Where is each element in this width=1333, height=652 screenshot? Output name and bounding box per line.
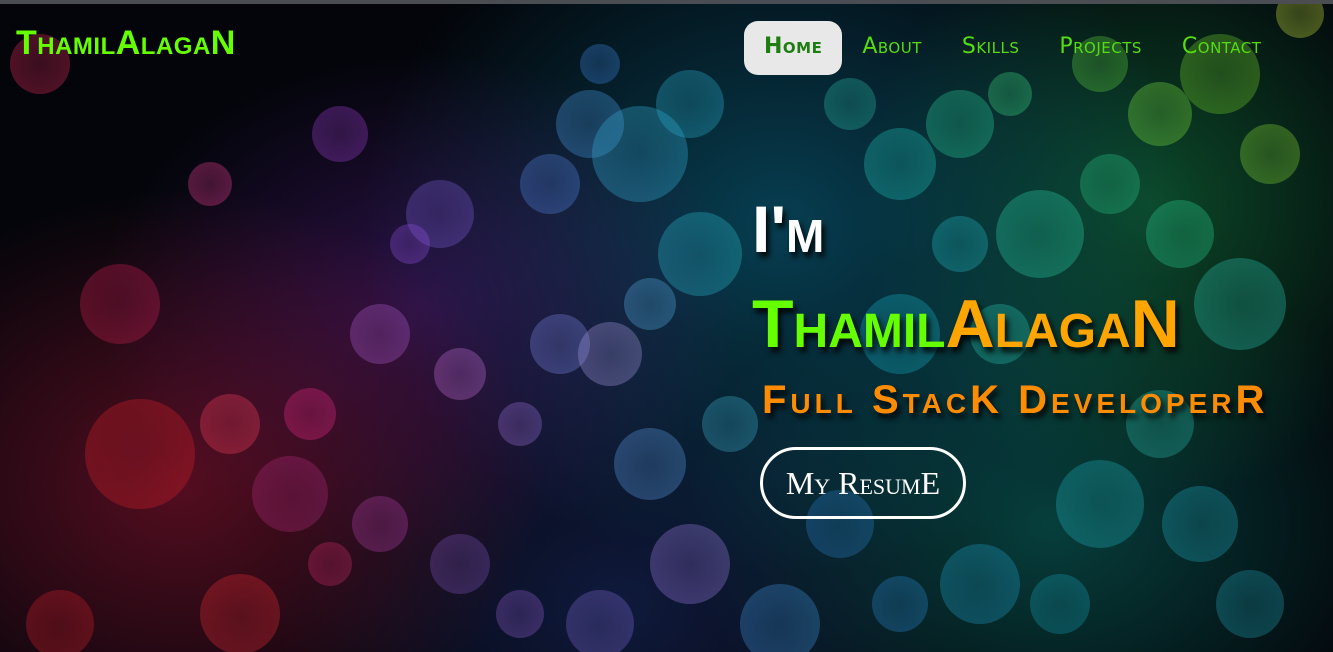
bokeh-bubble	[1194, 258, 1286, 350]
bokeh-bubble	[1080, 154, 1140, 214]
bokeh-bubble	[1128, 82, 1192, 146]
bokeh-bubble	[824, 78, 876, 130]
bokeh-bubble	[932, 216, 988, 272]
hero-role: Full StacK DeveloperR	[762, 378, 1269, 422]
bokeh-bubble	[350, 304, 410, 364]
hero-name: ThamilAlagaN	[752, 290, 1180, 358]
bokeh-bubble	[390, 224, 430, 264]
bokeh-bubble	[200, 394, 260, 454]
bokeh-bubble	[498, 402, 542, 446]
bokeh-bubble	[496, 590, 544, 638]
bokeh-bubble	[26, 590, 94, 652]
bokeh-bubble	[578, 322, 642, 386]
nav-projects[interactable]: Projects	[1039, 21, 1162, 75]
hero-greeting: I'm	[752, 192, 825, 266]
bokeh-bubble	[188, 162, 232, 206]
bokeh-bubble	[1030, 574, 1090, 634]
resume-button[interactable]: My ResumE	[760, 447, 966, 519]
bokeh-bubble	[1146, 200, 1214, 268]
bokeh-bubble	[650, 524, 730, 604]
bokeh-bubble	[926, 90, 994, 158]
bokeh-bubble	[252, 456, 328, 532]
bokeh-bubble	[624, 278, 676, 330]
bokeh-bubble	[658, 212, 742, 296]
bokeh-bubble	[1240, 124, 1300, 184]
bokeh-bubble	[614, 428, 686, 500]
bokeh-bubble	[580, 44, 620, 84]
bokeh-bubble	[80, 264, 160, 344]
bokeh-bubble	[308, 542, 352, 586]
window-top-border	[0, 0, 1333, 4]
bokeh-bubble	[872, 576, 928, 632]
bokeh-bubble	[434, 348, 486, 400]
bokeh-bubble	[85, 399, 195, 509]
bokeh-bubble	[312, 106, 368, 162]
bokeh-bubble	[740, 584, 820, 652]
bokeh-bubble	[284, 388, 336, 440]
nav-skills[interactable]: Skills	[942, 21, 1039, 75]
site-logo[interactable]: ThamilAlagaN	[16, 26, 236, 60]
bokeh-bubble	[200, 574, 280, 652]
bokeh-bubble	[940, 544, 1020, 624]
nav-home[interactable]: Home	[744, 21, 843, 75]
bokeh-bubble	[1056, 460, 1144, 548]
bokeh-bubble	[520, 154, 580, 214]
bokeh-bubble	[864, 128, 936, 200]
bokeh-bubble	[352, 496, 408, 552]
hero-name-first: Thamil	[752, 286, 946, 362]
bokeh-bubble	[996, 190, 1084, 278]
bokeh-bubble	[430, 534, 490, 594]
bokeh-bubble	[1276, 4, 1324, 38]
bokeh-bubble	[656, 70, 724, 138]
nav-contact[interactable]: Contact	[1162, 21, 1282, 75]
main-nav: Home About Skills Projects Contact	[744, 21, 1281, 75]
bokeh-bubble	[1162, 486, 1238, 562]
hero-name-second: AlagaN	[945, 286, 1180, 362]
bokeh-bubble	[702, 396, 758, 452]
bokeh-bubble	[988, 72, 1032, 116]
nav-about[interactable]: About	[842, 21, 942, 75]
bokeh-bubble	[1216, 570, 1284, 638]
bokeh-bubble	[566, 590, 634, 652]
